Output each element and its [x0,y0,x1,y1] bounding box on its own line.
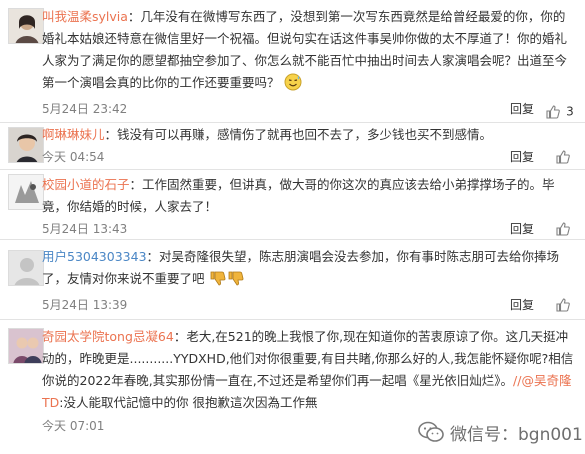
comment-time: 5月24日 23:42 [42,102,128,116]
avatar[interactable] [8,250,44,286]
username-link[interactable]: 用户5304303343 [42,249,147,264]
avatar[interactable] [8,174,44,210]
reply-button[interactable]: 回复 [510,100,534,118]
username-link[interactable]: 校园小道的石子 [42,177,130,192]
wechat-icon [418,421,444,442]
like-button[interactable] [555,221,571,237]
reply-button[interactable]: 回复 [510,296,534,314]
comment-text: 叫我温柔sylvia：几年没有在微博写东西了，没想到第一次写东西竟然是给曾经最爱… [42,6,577,98]
avatar[interactable] [8,328,44,364]
comment-4: 用户5304303343：对吴奇隆很失望，陈志朋演唱会没去参加，你有事时陈志朋可… [0,240,585,319]
comment-text: 奇园太学院tong忌凝64：老大,在521的晚上我恨了你,现在知道你的苦衷原谅了… [42,329,574,410]
username-link[interactable]: 啊琳琳妹儿 [42,127,105,142]
thumbs-down-emoji [209,269,227,294]
comment-time: 5月24日 13:39 [42,298,128,312]
thumbs-up-icon [556,298,570,312]
like-count: 3 [566,104,574,119]
avatar[interactable] [8,127,44,163]
comment-text: 校园小道的石子：工作固然重要，但讲真，做大哥的你这次的真应该去给小弟撑撑场子的。… [42,177,555,214]
comment-time: 今天 07:01 [42,419,105,433]
comment-2: 啊琳琳妹儿：钱没有可以再赚，感情伤了就再也回不去了，多少钱也买不到感情。 今天 … [0,123,585,169]
comment-text: 用户5304303343：对吴奇隆很失望，陈志朋演唱会没去参加，你有事时陈志朋可… [42,246,577,294]
comment-time: 今天 04:54 [42,150,105,164]
comment-time: 5月24日 13:43 [42,222,128,236]
comment-text: 啊琳琳妹儿：钱没有可以再赚，感情伤了就再也回不去了，多少钱也买不到感情。 [42,127,493,142]
username-link[interactable]: 奇园太学院tong忌凝64 [42,329,174,344]
comment-3: 校园小道的石子：工作固然重要，但讲真，做大哥的你这次的真应该去给小弟撑撑场子的。… [0,170,585,239]
comment-1: 叫我温柔sylvia：几年没有在微博写东西了，没想到第一次写东西竟然是给曾经最爱… [0,0,585,122]
watermark-text: 微信号：bgn001 [450,424,583,445]
sweat-smile-emoji [284,73,302,98]
username-link[interactable]: 叫我温柔sylvia [42,9,128,24]
thumbs-up-icon [556,150,570,164]
like-button[interactable] [555,297,571,313]
like-button[interactable] [555,149,571,165]
avatar[interactable] [8,8,44,44]
reply-button[interactable]: 回复 [510,220,534,238]
thumbs-down-emoji [227,269,245,294]
thumbs-up-icon [545,104,561,120]
thumbs-up-icon [556,222,570,236]
reply-button[interactable]: 回复 [510,148,534,166]
wechat-watermark: 微信号：bgn001 [418,417,585,447]
like-button[interactable]: 3 [545,101,581,120]
